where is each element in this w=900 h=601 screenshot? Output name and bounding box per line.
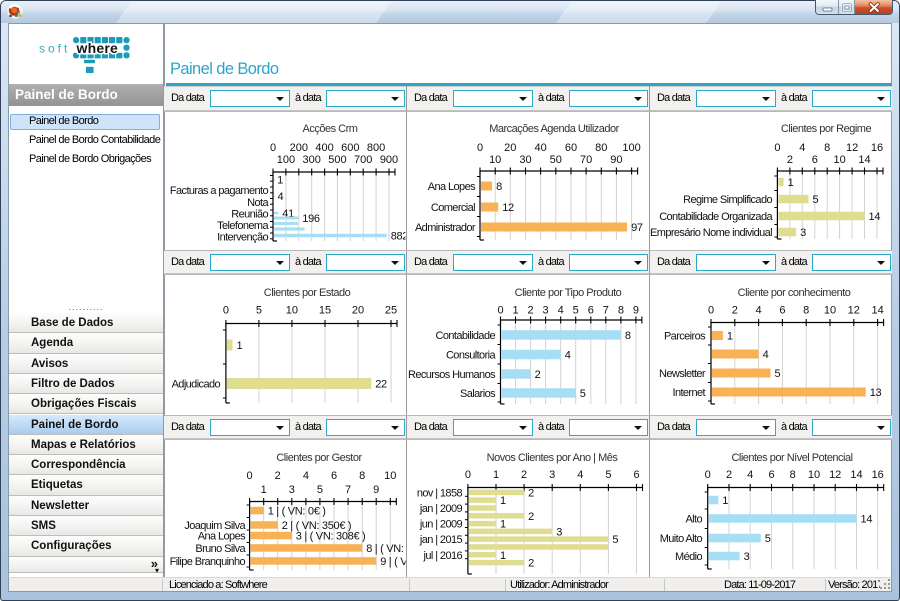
- svg-text:where: where: [76, 40, 118, 56]
- svg-text:soft: soft: [39, 42, 70, 56]
